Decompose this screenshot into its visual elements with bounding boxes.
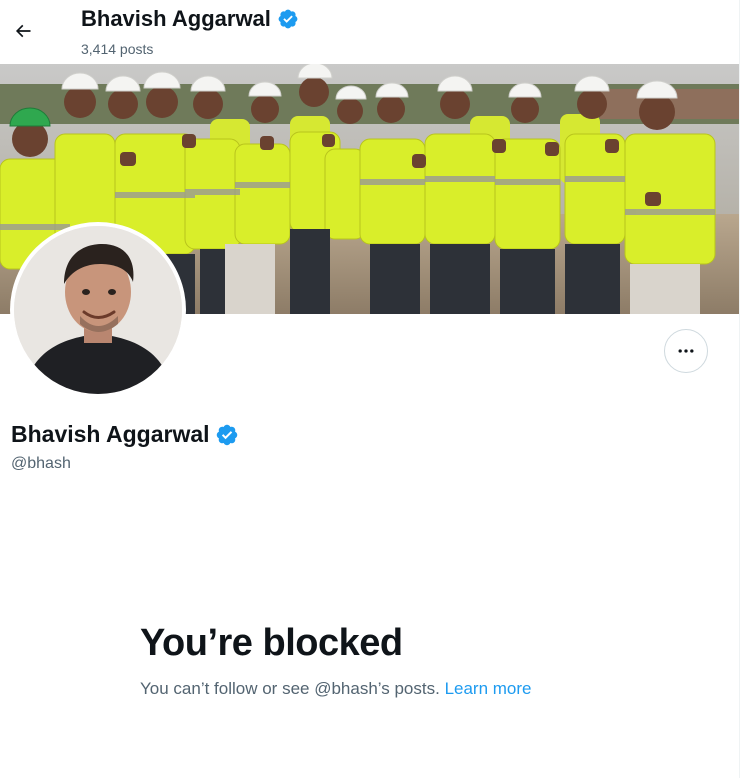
profile-name: Bhavish Aggarwal [11, 421, 239, 448]
profile-header: Bhavish Aggarwal 3,414 posts [0, 0, 739, 64]
blocked-message-text: You can’t follow or see @bhash’s posts. [140, 679, 440, 698]
verified-badge-icon[interactable] [215, 423, 239, 447]
more-options-button[interactable] [664, 329, 708, 373]
avatar-photo [14, 226, 182, 394]
blocked-title: You’re blocked [140, 622, 403, 664]
header-title-text: Bhavish Aggarwal [81, 6, 271, 31]
blocked-message: You can’t follow or see @bhash’s posts. … [140, 679, 532, 699]
learn-more-link[interactable]: Learn more [445, 679, 532, 698]
profile-name-text: Bhavish Aggarwal [11, 421, 210, 447]
arrow-left-icon [15, 24, 31, 38]
header-title: Bhavish Aggarwal [81, 6, 299, 32]
more-horizontal-icon [678, 349, 694, 353]
back-button[interactable] [4, 12, 42, 50]
verified-badge-icon [278, 9, 298, 29]
profile-handle: @bhash [11, 455, 71, 472]
profile-avatar[interactable] [10, 222, 186, 398]
profile-column: Bhavish Aggarwal 3,414 posts Bhavish Agg… [0, 0, 740, 778]
posts-count: 3,414 posts [81, 41, 154, 57]
